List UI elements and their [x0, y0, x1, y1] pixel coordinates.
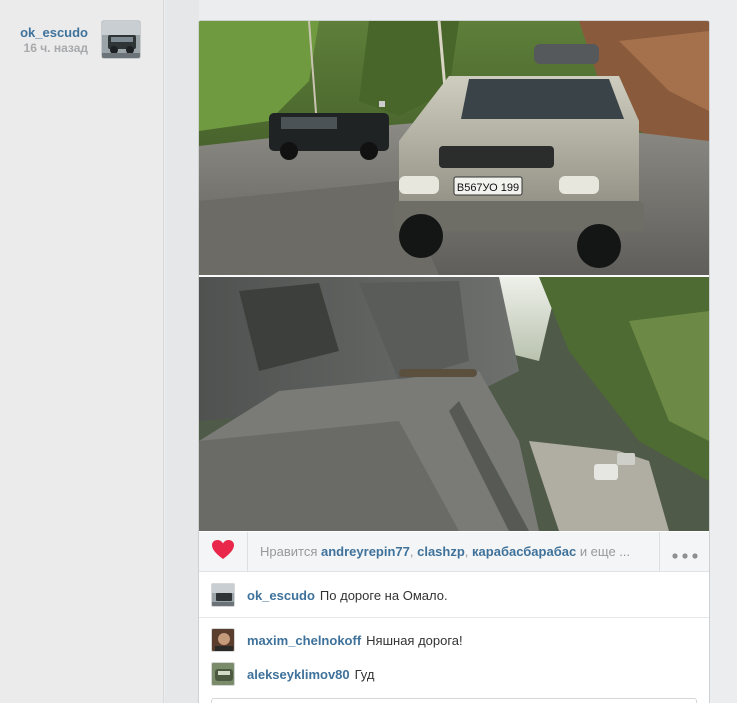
post-author: ok_escudo 16 ч. назад: [20, 25, 88, 56]
add-comment-input[interactable]: [211, 698, 697, 703]
comment-username[interactable]: maxim_chelnokoff: [247, 633, 361, 648]
comment-avatar[interactable]: [211, 628, 235, 652]
caption-avatar[interactable]: [211, 583, 235, 607]
left-column: ok_escudo 16 ч. назад: [0, 0, 164, 703]
caption-divider: [199, 617, 709, 618]
comment-item: alekseyklimov80 Гуд: [211, 661, 374, 687]
comment-avatar[interactable]: [211, 662, 235, 686]
more-icon: [671, 539, 698, 565]
caption: ok_escudo По дороге на Омало.: [211, 582, 448, 608]
more-options-button[interactable]: [659, 532, 709, 572]
like-button[interactable]: [199, 532, 248, 572]
liker-username[interactable]: andreyrepin77: [321, 544, 410, 559]
comment-text: Гуд: [354, 666, 375, 682]
action-bar: Нравится andreyrepin77, clashzp, карабас…: [199, 532, 709, 572]
comment-item: maxim_chelnokoff Няшная дорога!: [211, 627, 463, 653]
heart-icon: [211, 539, 235, 565]
svg-text:В567УО 199: В567УО 199: [457, 182, 519, 194]
caption-text: По дороге на Омало.: [319, 587, 448, 603]
liker-username[interactable]: карабасбарабас: [472, 544, 576, 559]
comment-text: Няшная дорога!: [366, 632, 463, 648]
post-card: В567УО 199 Нравится andreyrepin77, clash…: [198, 20, 710, 703]
author-avatar[interactable]: [101, 20, 141, 59]
comment-username[interactable]: alekseyklimov80: [247, 667, 350, 682]
caption-username[interactable]: ok_escudo: [247, 588, 315, 603]
likes-suffix[interactable]: и еще ...: [580, 544, 630, 559]
liker-username[interactable]: clashzp: [417, 544, 465, 559]
post-timestamp[interactable]: 16 ч. назад: [20, 40, 88, 56]
gutter: [165, 0, 199, 703]
author-username[interactable]: ok_escudo: [20, 25, 88, 40]
likes-summary: Нравится andreyrepin77, clashzp, карабас…: [260, 544, 660, 559]
post-photo[interactable]: В567УО 199: [199, 21, 709, 531]
likes-prefix: Нравится: [260, 544, 318, 559]
likes-comma: ,: [464, 544, 473, 559]
